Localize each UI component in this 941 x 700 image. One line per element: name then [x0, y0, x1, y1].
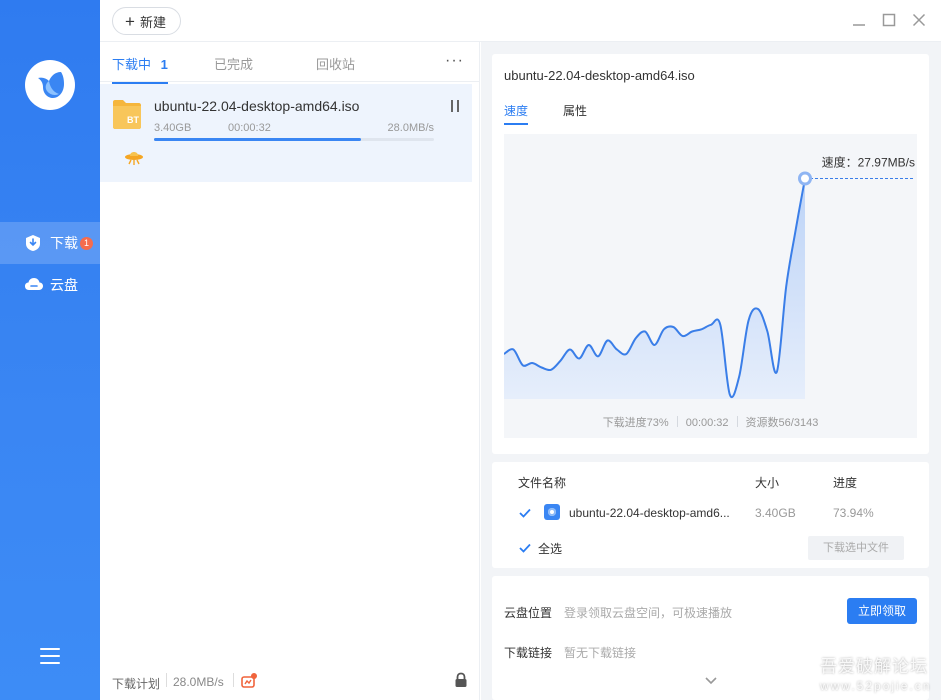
new-task-button[interactable]: + 新建 [112, 7, 181, 35]
cloud-location-desc: 登录领取云盘空间，可极速播放 [564, 606, 733, 620]
notification-badge: 1 [80, 236, 93, 250]
watermark-line2: www.52pojie.cn [820, 679, 932, 693]
speed-limit-icon[interactable] [240, 672, 258, 693]
download-tabs: 下载中 1 已完成 回收站 ··· [100, 42, 480, 84]
app-logo [25, 60, 75, 110]
sidebar-item-label: 下载 [50, 235, 78, 251]
speed-area [504, 178, 805, 399]
new-task-label: 新建 [139, 14, 166, 30]
download-link-desc: 暂无下载链接 [564, 646, 637, 660]
tab-count: 1 [160, 57, 168, 72]
download-selected-button[interactable]: 下载选中文件 [808, 536, 904, 560]
bt-folder-icon: BT [112, 98, 142, 130]
download-shield-icon [24, 234, 42, 252]
file-list-card: 文件名称 大小 进度 ubuntu-22.04-desktop-amd6... … [492, 462, 929, 568]
sidebar-item-label: 云盘 [50, 277, 78, 293]
watermark: 吾爱破解论坛 www.52pojie.cn [820, 652, 941, 693]
top-bar: + 新建 [100, 0, 941, 42]
sidebar-item-cloud[interactable]: 云盘 [0, 264, 100, 306]
speed-chart-svg: 速度：27.97MB/s [504, 155, 915, 399]
file-progress: 73.94% [833, 506, 874, 520]
bt-badge: BT [127, 115, 139, 125]
task-size: 3.40GB [154, 122, 192, 134]
sidebar-item-download[interactable]: 下载 1 [0, 222, 100, 264]
download-list-footer: 下载计划 28.0MB/s [100, 664, 480, 700]
total-speed: 28.0MB/s [173, 675, 224, 689]
maximize-icon[interactable] [881, 12, 897, 28]
divider [166, 673, 167, 687]
cloud-location-label: 云盘位置 [504, 606, 553, 620]
select-all-checkbox[interactable] [518, 541, 532, 555]
column-header-name: 文件名称 [518, 476, 567, 490]
select-all-label[interactable]: 全选 [538, 540, 562, 557]
disc-file-icon [544, 504, 560, 520]
column-header-size: 大小 [755, 476, 780, 490]
chevron-down-icon[interactable] [704, 674, 718, 689]
stat-progress: 下载进度73% [602, 417, 669, 429]
stat-resources: 资源数56/3143 [745, 417, 819, 429]
minimize-icon[interactable] [851, 12, 867, 28]
download-link-label: 下载链接 [504, 646, 553, 660]
column-header-progress: 进度 [833, 476, 858, 490]
task-name: ubuntu-22.04-desktop-amd64.iso [154, 98, 360, 114]
tab-speed[interactable]: 速度 [504, 102, 529, 125]
task-detail-panel: ubuntu-22.04-desktop-amd64.iso 速度 属性 速度：… [481, 42, 941, 700]
detail-title: ubuntu-22.04-desktop-amd64.iso [504, 68, 695, 83]
download-plan-link[interactable]: 下载计划 [112, 675, 160, 692]
close-icon[interactable] [911, 12, 927, 28]
task-progress-fill [154, 138, 362, 141]
tab-downloading[interactable]: 下载中 1 [112, 54, 168, 84]
download-stats: 下载进度73% 00:00:32 资源数56/3143 [504, 414, 917, 430]
accelerate-ufo-icon[interactable] [124, 150, 144, 169]
file-size: 3.40GB [755, 506, 796, 520]
speed-chart: 速度：27.97MB/s 下载进度73% 00:00:32 资源数56/3143 [504, 134, 917, 438]
download-task-row[interactable]: BT ubuntu-22.04-desktop-amd64.iso 3.40GB… [100, 84, 472, 182]
hamburger-menu-icon[interactable] [40, 648, 60, 664]
tab-properties[interactable]: 属性 [563, 102, 587, 119]
current-speed-label: 速度：27.97MB/s [822, 155, 915, 170]
claim-now-button[interactable]: 立即领取 [847, 598, 917, 624]
stat-elapsed: 00:00:32 [685, 417, 729, 429]
speed-card: ubuntu-22.04-desktop-amd64.iso 速度 属性 速度：… [492, 54, 929, 454]
task-speed: 28.0MB/s [387, 122, 434, 134]
cloud-icon [24, 276, 43, 294]
watermark-line1: 吾爱破解论坛 [820, 657, 928, 676]
bird-logo-icon [38, 72, 64, 98]
divider [233, 673, 234, 687]
task-progress-bar [154, 138, 434, 141]
plus-icon: + [125, 11, 135, 31]
sidebar: 下载 1 云盘 [0, 0, 100, 700]
task-elapsed: 00:00:32 [228, 122, 271, 134]
download-list-panel: 下载中 1 已完成 回收站 ··· BT ubuntu-22.04-deskto… [100, 42, 480, 700]
pause-icon[interactable] [450, 100, 460, 112]
tab-completed[interactable]: 已完成 [214, 54, 253, 73]
file-name[interactable]: ubuntu-22.04-desktop-amd6... [569, 506, 730, 520]
more-options-button[interactable]: ··· [445, 52, 464, 70]
lock-icon[interactable] [454, 672, 468, 691]
tab-recycle-bin[interactable]: 回收站 [316, 54, 355, 73]
file-checkbox[interactable] [518, 506, 532, 520]
current-speed-point [798, 171, 812, 186]
tab-label: 下载中 [112, 57, 152, 72]
